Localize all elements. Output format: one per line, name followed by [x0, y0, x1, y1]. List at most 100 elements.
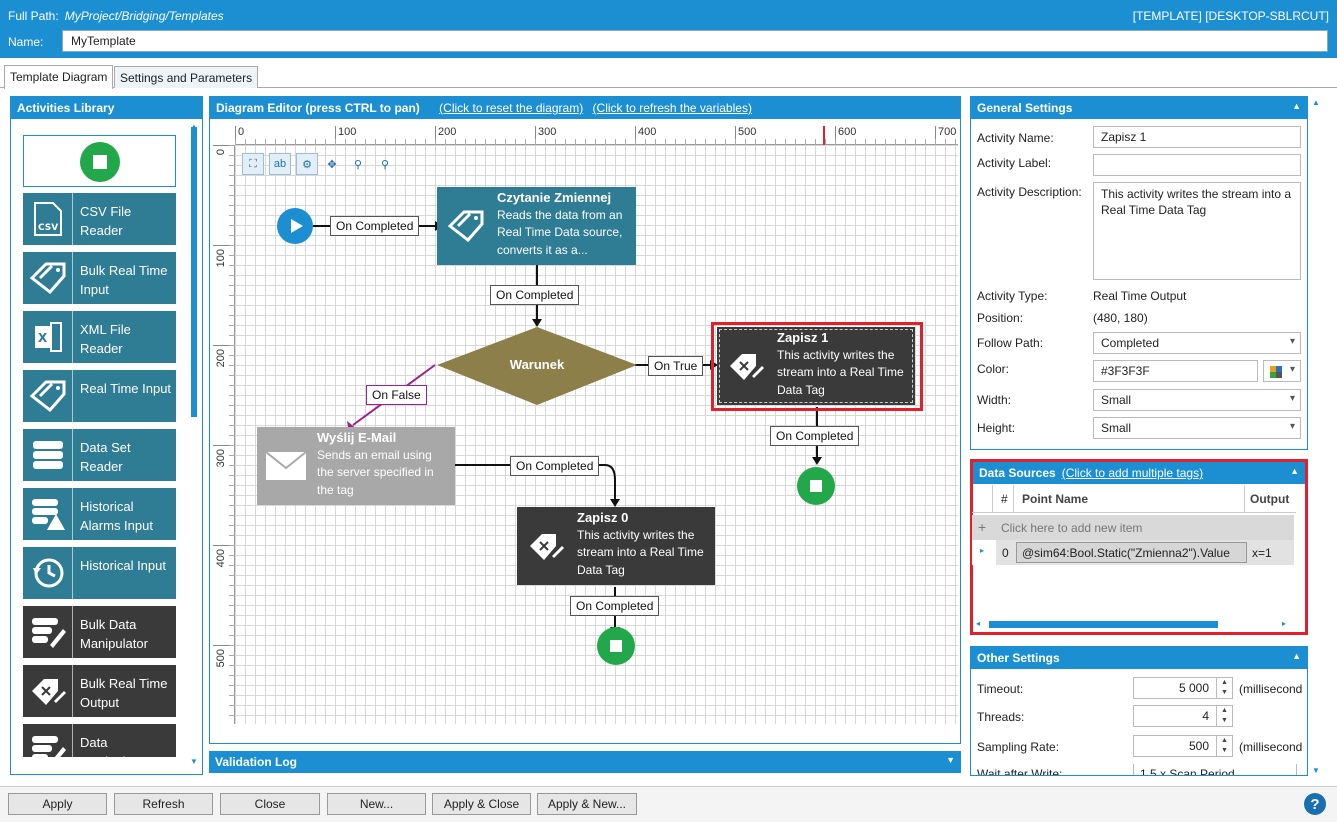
scroll-down-icon[interactable]: ▼ [190, 757, 198, 766]
column-point-name[interactable]: Point Name [1022, 492, 1088, 506]
follow-path-select[interactable]: Completed [1093, 332, 1301, 354]
label-email-completed[interactable]: On Completed [510, 456, 600, 476]
activity-name-label: Activity Name: [977, 131, 1054, 145]
ruler-tick-label: 400 [215, 549, 227, 568]
scroll-up-icon[interactable]: ▲ [190, 122, 198, 131]
library-item[interactable]: X XML File Reader [23, 311, 176, 363]
refresh-variables-link[interactable]: (Click to refresh the variables) [593, 101, 752, 115]
column-index[interactable]: # [1001, 492, 1008, 506]
scroll-right-icon[interactable]: ▸ [1282, 619, 1286, 628]
reset-diagram-link[interactable]: (Click to reset the diagram) [439, 101, 583, 115]
start-node[interactable] [277, 208, 313, 244]
activity-label-field[interactable] [1093, 154, 1301, 176]
label-read-completed[interactable]: On Completed [490, 285, 580, 305]
other-settings-header: Other Settings ▲ [971, 647, 1307, 669]
row-output[interactable]: x=1 [1252, 546, 1272, 560]
node-czytanie-zmiennej[interactable]: Czytanie Zmiennej Reads the data from an … [437, 187, 636, 265]
label-start-completed[interactable]: On Completed [330, 216, 420, 236]
timeout-stepper[interactable]: ▲ ▼ [1217, 677, 1233, 699]
validation-log-header[interactable]: Validation Log ▼ [209, 751, 961, 773]
label-write0-completed[interactable]: On Completed [570, 596, 660, 616]
library-item[interactable]: CSV CSV File Reader [23, 193, 176, 245]
ruler-horizontal: 0 100 200 300 400 500 600 700 [235, 126, 958, 145]
width-select[interactable]: Small [1093, 389, 1301, 411]
tag-icon [23, 370, 73, 422]
sampling-rate-stepper[interactable]: ▲ ▼ [1217, 735, 1233, 757]
alarm-database-icon [23, 488, 73, 540]
scroll-down-icon[interactable]: ▼ [1312, 766, 1320, 775]
node-zapisz-0[interactable]: Zapisz 0 This activity writes the stream … [517, 507, 715, 585]
sampling-rate-field[interactable]: 500 [1133, 735, 1217, 757]
name-input[interactable] [62, 30, 1328, 52]
close-button[interactable]: Close [220, 793, 320, 815]
data-source-row[interactable]: ▸ 0 0 @sim64:Bool.Static("Zmienna2").Val… [972, 540, 1294, 565]
color-picker-button[interactable] [1263, 360, 1301, 382]
node-wyslij-email[interactable]: Wyślij E-Mail Sends an email using the se… [257, 427, 455, 505]
apply-close-button[interactable]: Apply & Close [432, 793, 531, 815]
text-label-icon[interactable]: ab [269, 153, 291, 175]
activity-name-field[interactable]: Zapisz 1 [1093, 126, 1301, 148]
condition-title[interactable]: Warunek [497, 357, 577, 372]
library-item-label: Data Manipulator [80, 735, 148, 757]
label-on-true[interactable]: On True [648, 356, 704, 376]
library-scrollbar[interactable] [191, 127, 197, 417]
library-item[interactable]: Data Manipulator [23, 724, 176, 757]
threads-stepper[interactable]: ▲ ▼ [1217, 705, 1233, 727]
wait-after-write-select[interactable]: 1.5 x Scan Period [1133, 764, 1297, 775]
validation-log-panel[interactable]: Validation Log ▼ [209, 751, 961, 775]
chevron-up-icon[interactable]: ▲ [1290, 466, 1299, 476]
label-on-false[interactable]: On False [366, 385, 427, 405]
apply-button[interactable]: Apply [8, 793, 107, 815]
library-item-label: Real Time Input [80, 381, 172, 396]
edit-database-icon [23, 606, 73, 658]
node-description: Reads the data from an Real Time Data so… [497, 207, 623, 257]
apply-new-button[interactable]: Apply & New... [537, 793, 637, 815]
zoom-out-icon[interactable]: ⚲ [374, 153, 396, 175]
activity-type-value: Real Time Output [1093, 289, 1187, 303]
data-sources-title: Data Sources [979, 466, 1056, 480]
diagram-canvas[interactable]: On Completed Czytanie Zmiennej Reads the … [235, 145, 958, 724]
library-item[interactable]: Data Set Reader [23, 429, 176, 481]
activity-description-field[interactable]: This activity writes the stream into a R… [1093, 182, 1301, 280]
library-item[interactable]: Bulk Real Time Output [23, 665, 176, 717]
library-item[interactable]: Real Time Input [23, 370, 176, 422]
zoom-in-icon[interactable]: ⚲ [347, 153, 369, 175]
ruler-tick-label: 200 [438, 126, 457, 138]
library-item-end[interactable] [23, 135, 176, 187]
ruler-corner [213, 126, 235, 145]
library-item[interactable]: Historical Input [23, 547, 176, 599]
chevron-down-icon[interactable]: ▼ [946, 755, 955, 765]
tab-settings-parameters[interactable]: Settings and Parameters [114, 66, 259, 88]
row-point-name[interactable]: @sim64:Bool.Static("Zmienna2").Value [1016, 542, 1247, 563]
library-item[interactable]: Bulk Real Time Input [23, 252, 176, 304]
data-sources-hscrollbar[interactable] [989, 621, 1218, 628]
add-multiple-tags-link[interactable]: (Click to add multiple tags) [1062, 466, 1203, 480]
tab-template-diagram[interactable]: Template Diagram [4, 65, 114, 89]
library-item[interactable]: Bulk Data Manipulator [23, 606, 176, 658]
library-item[interactable]: Historical Alarms Input [23, 488, 176, 540]
height-select[interactable]: Small [1093, 417, 1301, 439]
pan-icon[interactable]: ✥ [321, 153, 343, 175]
node-title: Wyślij E-Mail [317, 430, 397, 445]
envelope-icon [257, 427, 315, 505]
wait-after-write-label: Wait after Write: [977, 767, 1063, 775]
add-new-item-row[interactable]: + Click here to add new item [972, 515, 1294, 540]
end-node-0[interactable] [597, 627, 635, 665]
threads-field[interactable]: 4 [1133, 705, 1217, 727]
refresh-button[interactable]: Refresh [114, 793, 213, 815]
tag-write-icon [23, 665, 73, 717]
connect-icon[interactable]: ⚙ [296, 153, 318, 175]
chevron-up-icon[interactable]: ▲ [1292, 651, 1301, 661]
chevron-up-icon[interactable]: ▲ [1292, 101, 1301, 111]
new-button[interactable]: New... [327, 793, 426, 815]
fit-to-screen-icon[interactable]: ⛶ [242, 153, 264, 175]
scroll-up-icon[interactable]: ▲ [1312, 98, 1320, 107]
help-icon[interactable]: ? [1304, 793, 1326, 815]
end-node-1[interactable] [797, 467, 835, 505]
scroll-left-icon[interactable]: ◂ [976, 619, 980, 628]
label-write1-completed[interactable]: On Completed [770, 426, 860, 446]
ruler-tick-label: 0 [238, 126, 245, 138]
column-output[interactable]: Output [1250, 492, 1289, 506]
timeout-field[interactable]: 5 000 [1133, 677, 1217, 699]
color-field[interactable]: #3F3F3F [1093, 360, 1258, 382]
